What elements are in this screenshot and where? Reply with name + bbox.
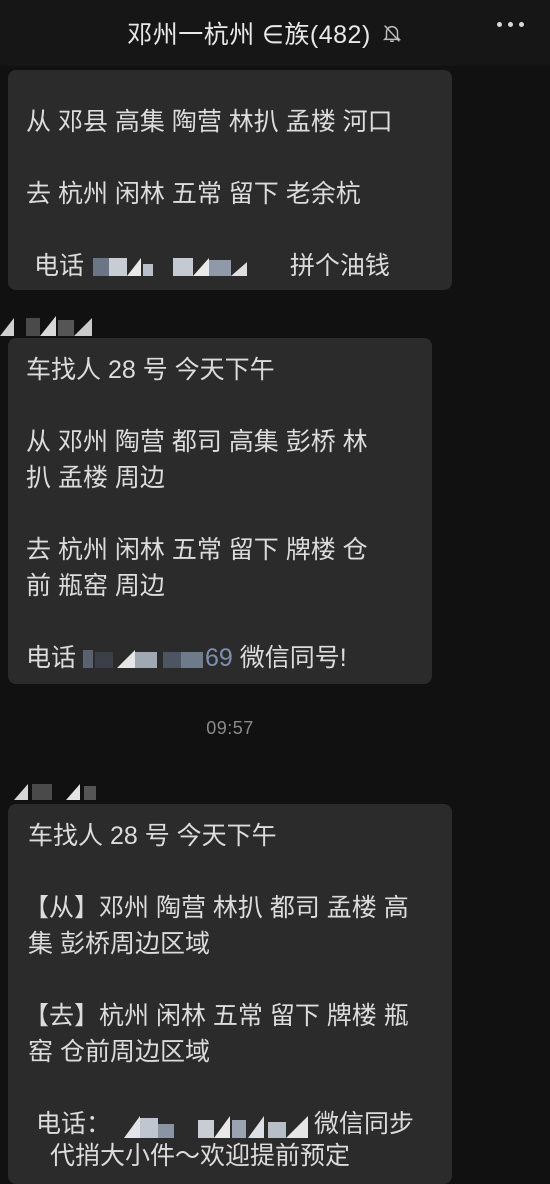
message-line: 扒 孟楼 周边 xyxy=(26,464,165,492)
phone-line: 电话 69 微信同号! xyxy=(26,640,414,676)
chat-title-wrap: 邓州一杭州 ∈族(482) xyxy=(127,15,403,51)
redacted-mosaic xyxy=(123,1116,308,1139)
chat-title[interactable]: 邓州一杭州 ∈族(482) xyxy=(127,15,371,51)
message-line: 前 瓶窑 周边 xyxy=(26,572,165,600)
message-line: 从 邓县 高集 陶营 林扒 孟楼 河口 xyxy=(26,108,393,136)
message-bubble[interactable]: 车找人 28 号 今天下午 从 邓州 陶营 都司 高集 彭桥 林 扒 孟楼 周边… xyxy=(8,338,432,684)
bell-slash-icon xyxy=(382,25,401,42)
phone-suffix: 拼个油钱 xyxy=(289,252,390,280)
phone-suffix: 微信同步 xyxy=(313,1110,414,1138)
sender-name-mosaic xyxy=(14,784,96,800)
sender-name-mosaic xyxy=(0,316,92,336)
message-line: 【从】邓州 陶营 林扒 都司 孟楼 高 xyxy=(24,894,409,922)
redacted-mosaic xyxy=(92,258,247,277)
message-line: 窑 仓前周边区域 xyxy=(28,1038,210,1066)
message-line: 去 杭州 闲林 五常 留下 老余杭 xyxy=(26,180,361,208)
phone-label: 电话 xyxy=(26,644,77,672)
message-bubble[interactable]: 车找人 28 号 今天下午 【从】邓州 陶营 林扒 都司 孟楼 高 集 彭桥周边… xyxy=(8,804,452,1184)
phone-label: 电话： xyxy=(36,1110,112,1138)
phone-line: 电话 拼个油钱 xyxy=(26,248,434,284)
timestamp: 09:57 xyxy=(206,718,254,738)
redacted-mosaic xyxy=(82,650,203,669)
message-line: 集 彭桥周边区域 xyxy=(28,930,210,958)
more-dots-icon[interactable] xyxy=(497,22,524,27)
phone-line: 电话： 微信同步 xyxy=(24,1106,434,1142)
phone-suffix: 微信同号! xyxy=(239,644,347,672)
phone-tail: 69 xyxy=(204,644,233,672)
message-line: 【去】杭州 闲林 五常 留下 牌楼 瓶 xyxy=(24,1002,409,1030)
message-line: 车找人 28 号 今天下午 xyxy=(28,822,277,850)
message-bubble[interactable]: 从 邓县 高集 陶营 林扒 孟楼 河口 去 杭州 闲林 五常 留下 老余杭 电话… xyxy=(8,70,452,290)
chat-header: 邓州一杭州 ∈族(482) xyxy=(0,0,550,66)
message-line: 车找人 28 号 今天下午 xyxy=(26,356,275,384)
phone-label: 电话 xyxy=(34,252,85,280)
message-line: 代捎大小件～欢迎提前预定 xyxy=(50,1142,351,1170)
message-line: 从 邓州 陶营 都司 高集 彭桥 林 xyxy=(26,428,368,456)
message-line: 去 杭州 闲林 五常 留下 牌楼 仓 xyxy=(26,536,368,564)
